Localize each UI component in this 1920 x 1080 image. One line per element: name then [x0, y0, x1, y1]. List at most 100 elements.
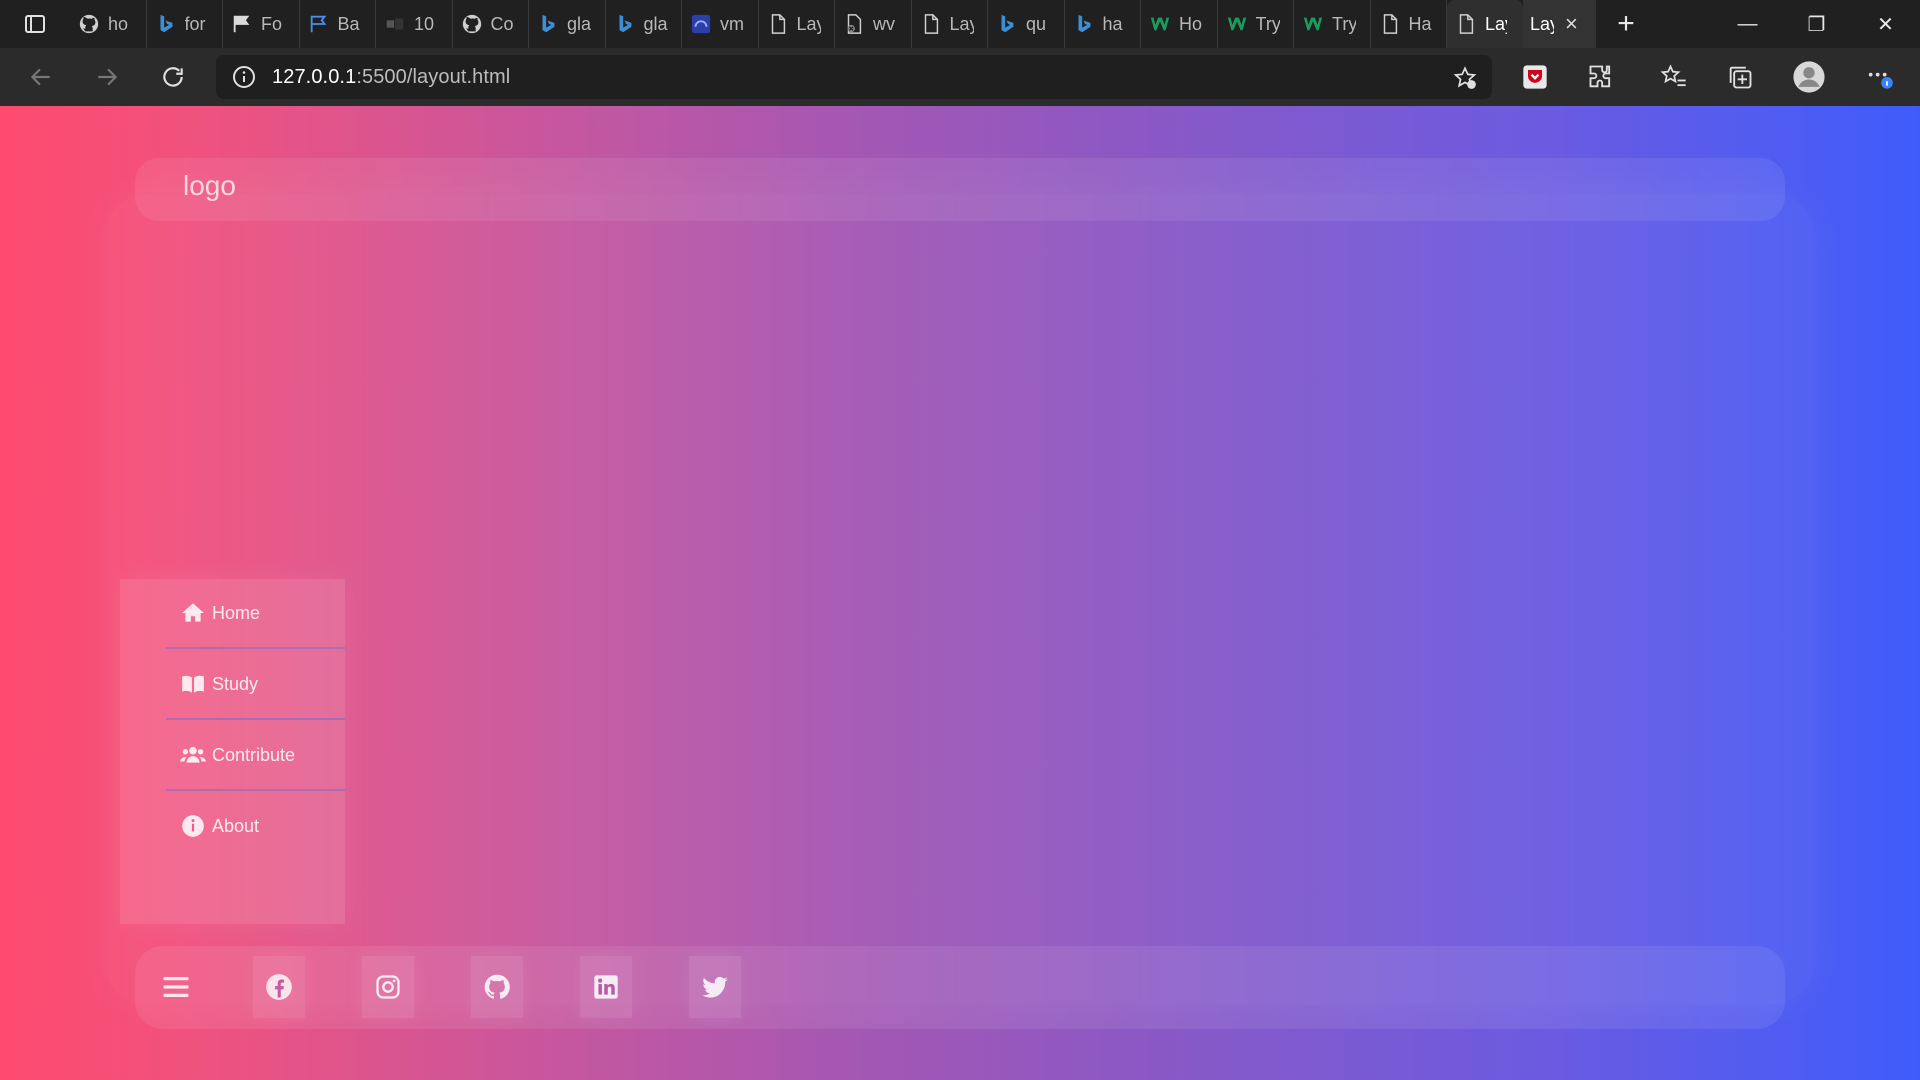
close-window-button[interactable]: ✕: [1851, 0, 1920, 48]
tab[interactable]: Lay: [759, 0, 835, 48]
linkedin-link[interactable]: [580, 956, 632, 1018]
users-icon: [180, 746, 206, 763]
tab-label: ho: [108, 13, 129, 34]
glass-container: [106, 194, 1814, 1004]
w3schools-icon: [1301, 12, 1325, 36]
facebook-link[interactable]: [253, 956, 305, 1018]
bing-icon: [154, 12, 178, 36]
page-icon: [1454, 12, 1478, 36]
tab[interactable]: ho: [70, 0, 147, 48]
nav-item-study[interactable]: Study: [180, 666, 258, 702]
tab-list: ho for Fo Ba 10 Co gla gla vm Lay wv Lay qu ha Ho Try Tr…: [70, 0, 1523, 48]
github-icon: [77, 12, 101, 36]
tab[interactable]: Try: [1294, 0, 1371, 48]
url-path: :5500/layout.html: [356, 65, 511, 88]
nav-item-contribute[interactable]: Contribute: [180, 737, 295, 773]
vm-icon: [689, 12, 713, 36]
pocket-extension-button[interactable]: [1507, 48, 1563, 106]
page-icon: [1378, 12, 1402, 36]
divider: [166, 718, 345, 720]
tab-label: wv: [873, 13, 895, 34]
arrow-left-icon: [30, 68, 50, 86]
avatar-icon: [1793, 61, 1825, 93]
tab[interactable]: vm: [682, 0, 759, 48]
refresh-button[interactable]: [140, 48, 206, 106]
tab-label: vm: [720, 13, 744, 34]
more-icon: [1868, 72, 1893, 89]
tab[interactable]: gla: [529, 0, 606, 48]
flag-icon: [230, 12, 254, 36]
pocket-icon: [1523, 65, 1547, 89]
tab[interactable]: ha: [1065, 0, 1141, 48]
url-host: 127.0.0.1: [272, 65, 357, 88]
logo[interactable]: logo: [183, 170, 236, 202]
tab[interactable]: Co: [453, 0, 529, 48]
nav-item-about[interactable]: About: [180, 808, 259, 844]
tab-label: Try: [1255, 13, 1280, 34]
tab-label: gla: [567, 13, 591, 34]
tab-label: Lay: [796, 13, 821, 34]
collections-button[interactable]: [1712, 48, 1768, 106]
tab-label: Try: [1332, 13, 1356, 34]
nav-item-label: Home: [212, 602, 261, 623]
hamburger-icon[interactable]: [161, 972, 191, 1002]
tab[interactable]: for: [147, 0, 223, 48]
github-icon: [460, 12, 484, 36]
tab[interactable]: qu: [988, 0, 1065, 48]
github-icon: [484, 974, 510, 999]
page-icon: [766, 12, 790, 36]
nav-item-label: About: [212, 815, 260, 836]
url-field[interactable]: 127.0.0.1:5500/layout.html: [216, 55, 1492, 99]
book-open-icon: [182, 675, 204, 693]
new-tab-button[interactable]: +: [1596, 0, 1656, 48]
tab[interactable]: Fo: [223, 0, 300, 48]
tab[interactable]: 10: [376, 0, 453, 48]
github-link[interactable]: [471, 956, 523, 1018]
forward-button[interactable]: [74, 48, 140, 106]
nav-item-home[interactable]: Home: [180, 595, 260, 631]
tab-actions-button[interactable]: [0, 0, 70, 48]
restore-button[interactable]: ❐: [1782, 0, 1851, 48]
flag-outline-icon: [307, 12, 331, 36]
tab-label: Lay: [1485, 13, 1507, 34]
page-footer: [135, 946, 1785, 1029]
tab[interactable]: Lay: [912, 0, 988, 48]
tab-current[interactable]: Lay ×: [1523, 0, 1596, 48]
address-bar: 127.0.0.1:5500/layout.html: [0, 48, 1920, 106]
tab-label: Fo: [261, 13, 283, 34]
twitter-link[interactable]: [689, 956, 741, 1018]
tab[interactable]: gla: [606, 0, 682, 48]
tab-label: Co: [490, 13, 514, 34]
tab-label: ha: [1102, 13, 1123, 34]
bing-icon: [613, 12, 637, 36]
site-info-icon[interactable]: [216, 65, 272, 89]
arrow-right-icon: [98, 68, 118, 86]
info-icon: [182, 815, 204, 837]
instagram-link[interactable]: [362, 956, 414, 1018]
page-viewport: logo Home Study Contribute About: [0, 106, 1920, 1080]
tab-label: gla: [643, 13, 668, 34]
add-favorite-icon[interactable]: [1452, 65, 1478, 91]
tab[interactable]: wv: [835, 0, 912, 48]
minimize-button[interactable]: —: [1713, 0, 1782, 48]
tab[interactable]: Lay: [1447, 0, 1523, 48]
tab-label: Ba: [337, 13, 360, 34]
favorites-button[interactable]: [1646, 48, 1702, 106]
back-button[interactable]: [8, 48, 74, 106]
settings-more-button[interactable]: [1852, 48, 1908, 106]
extensions-button[interactable]: [1573, 48, 1629, 106]
tab[interactable]: Try: [1218, 0, 1294, 48]
puzzle-icon: [1589, 65, 1611, 88]
close-tab-icon[interactable]: ×: [1565, 11, 1578, 37]
favorites-icon: [1660, 64, 1686, 87]
refresh-icon: [163, 67, 183, 87]
tab[interactable]: Ba: [300, 0, 376, 48]
linkedin-icon: [594, 975, 618, 999]
profile-button[interactable]: [1781, 48, 1837, 106]
tab-label: Lay: [1530, 13, 1554, 34]
tab[interactable]: Ha: [1371, 0, 1447, 48]
home-icon: [182, 603, 204, 622]
tab[interactable]: Ho: [1141, 0, 1218, 48]
tab-strip: ho for Fo Ba 10 Co gla gla vm Lay wv Lay qu ha Ho Try Tr…: [0, 0, 1920, 48]
bing-icon: [536, 12, 560, 36]
